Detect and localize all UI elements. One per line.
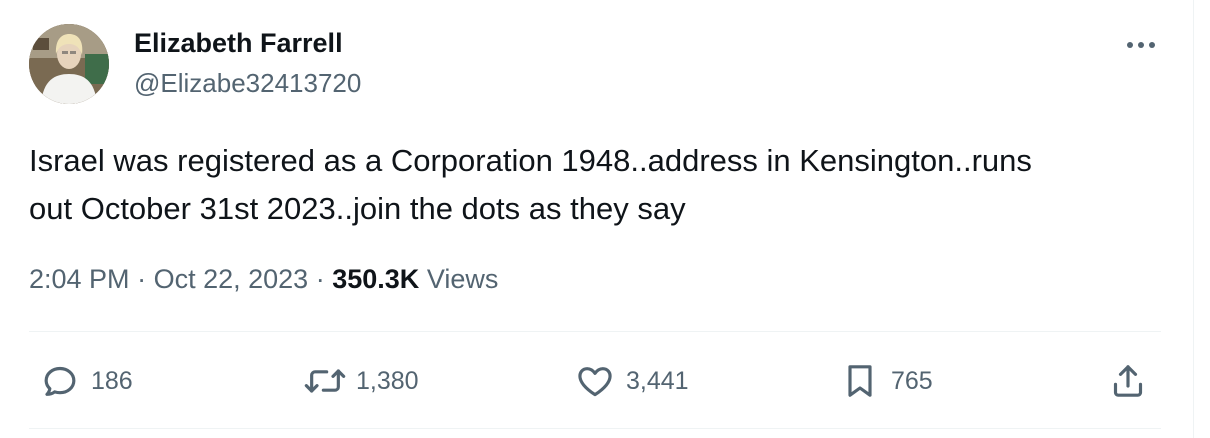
tweet-text: Israel was registered as a Corporation 1… [29,137,1169,233]
column-border [1193,0,1194,438]
avatar-image [29,24,109,104]
share-button[interactable] [1106,361,1150,401]
repost-arrows-icon [303,361,347,401]
views-label: Views [426,264,499,294]
divider [29,331,1161,332]
author-handle[interactable]: @Elizabe32413720 [134,67,361,99]
like-button[interactable]: 3,441 [573,361,689,401]
more-options-button[interactable] [1121,30,1161,60]
bookmark-count: 765 [891,366,933,395]
like-count: 3,441 [626,366,689,395]
tweet-time[interactable]: 2:04 PM [29,264,130,294]
tweet-text-line: Israel was registered as a Corporation 1… [29,143,1032,178]
bookmark-button[interactable]: 765 [838,361,933,401]
tweet-header: Elizabeth Farrell @Elizabe32413720 [29,24,1161,104]
more-horizontal-icon [1127,42,1155,48]
tweet-text-line: out October 31st 2023..join the dots as … [29,191,686,226]
repost-count: 1,380 [356,366,419,395]
divider [29,428,1161,429]
repost-button[interactable]: 1,380 [303,361,419,401]
reply-count: 186 [91,366,133,395]
reply-button[interactable]: 186 [38,361,133,401]
views-count: 350.3K [332,264,420,294]
bookmark-icon [838,361,882,401]
share-upload-icon [1106,361,1150,401]
author-name[interactable]: Elizabeth Farrell [134,27,343,59]
tweet-meta: 2:04 PM · Oct 22, 2023 · 350.3K Views [29,261,498,297]
tweet-date[interactable]: Oct 22, 2023 [154,264,309,294]
meta-separator: · [137,264,147,294]
avatar[interactable] [29,24,109,104]
reply-bubble-icon [38,361,82,401]
heart-icon [573,361,617,401]
meta-separator: · [315,264,325,294]
